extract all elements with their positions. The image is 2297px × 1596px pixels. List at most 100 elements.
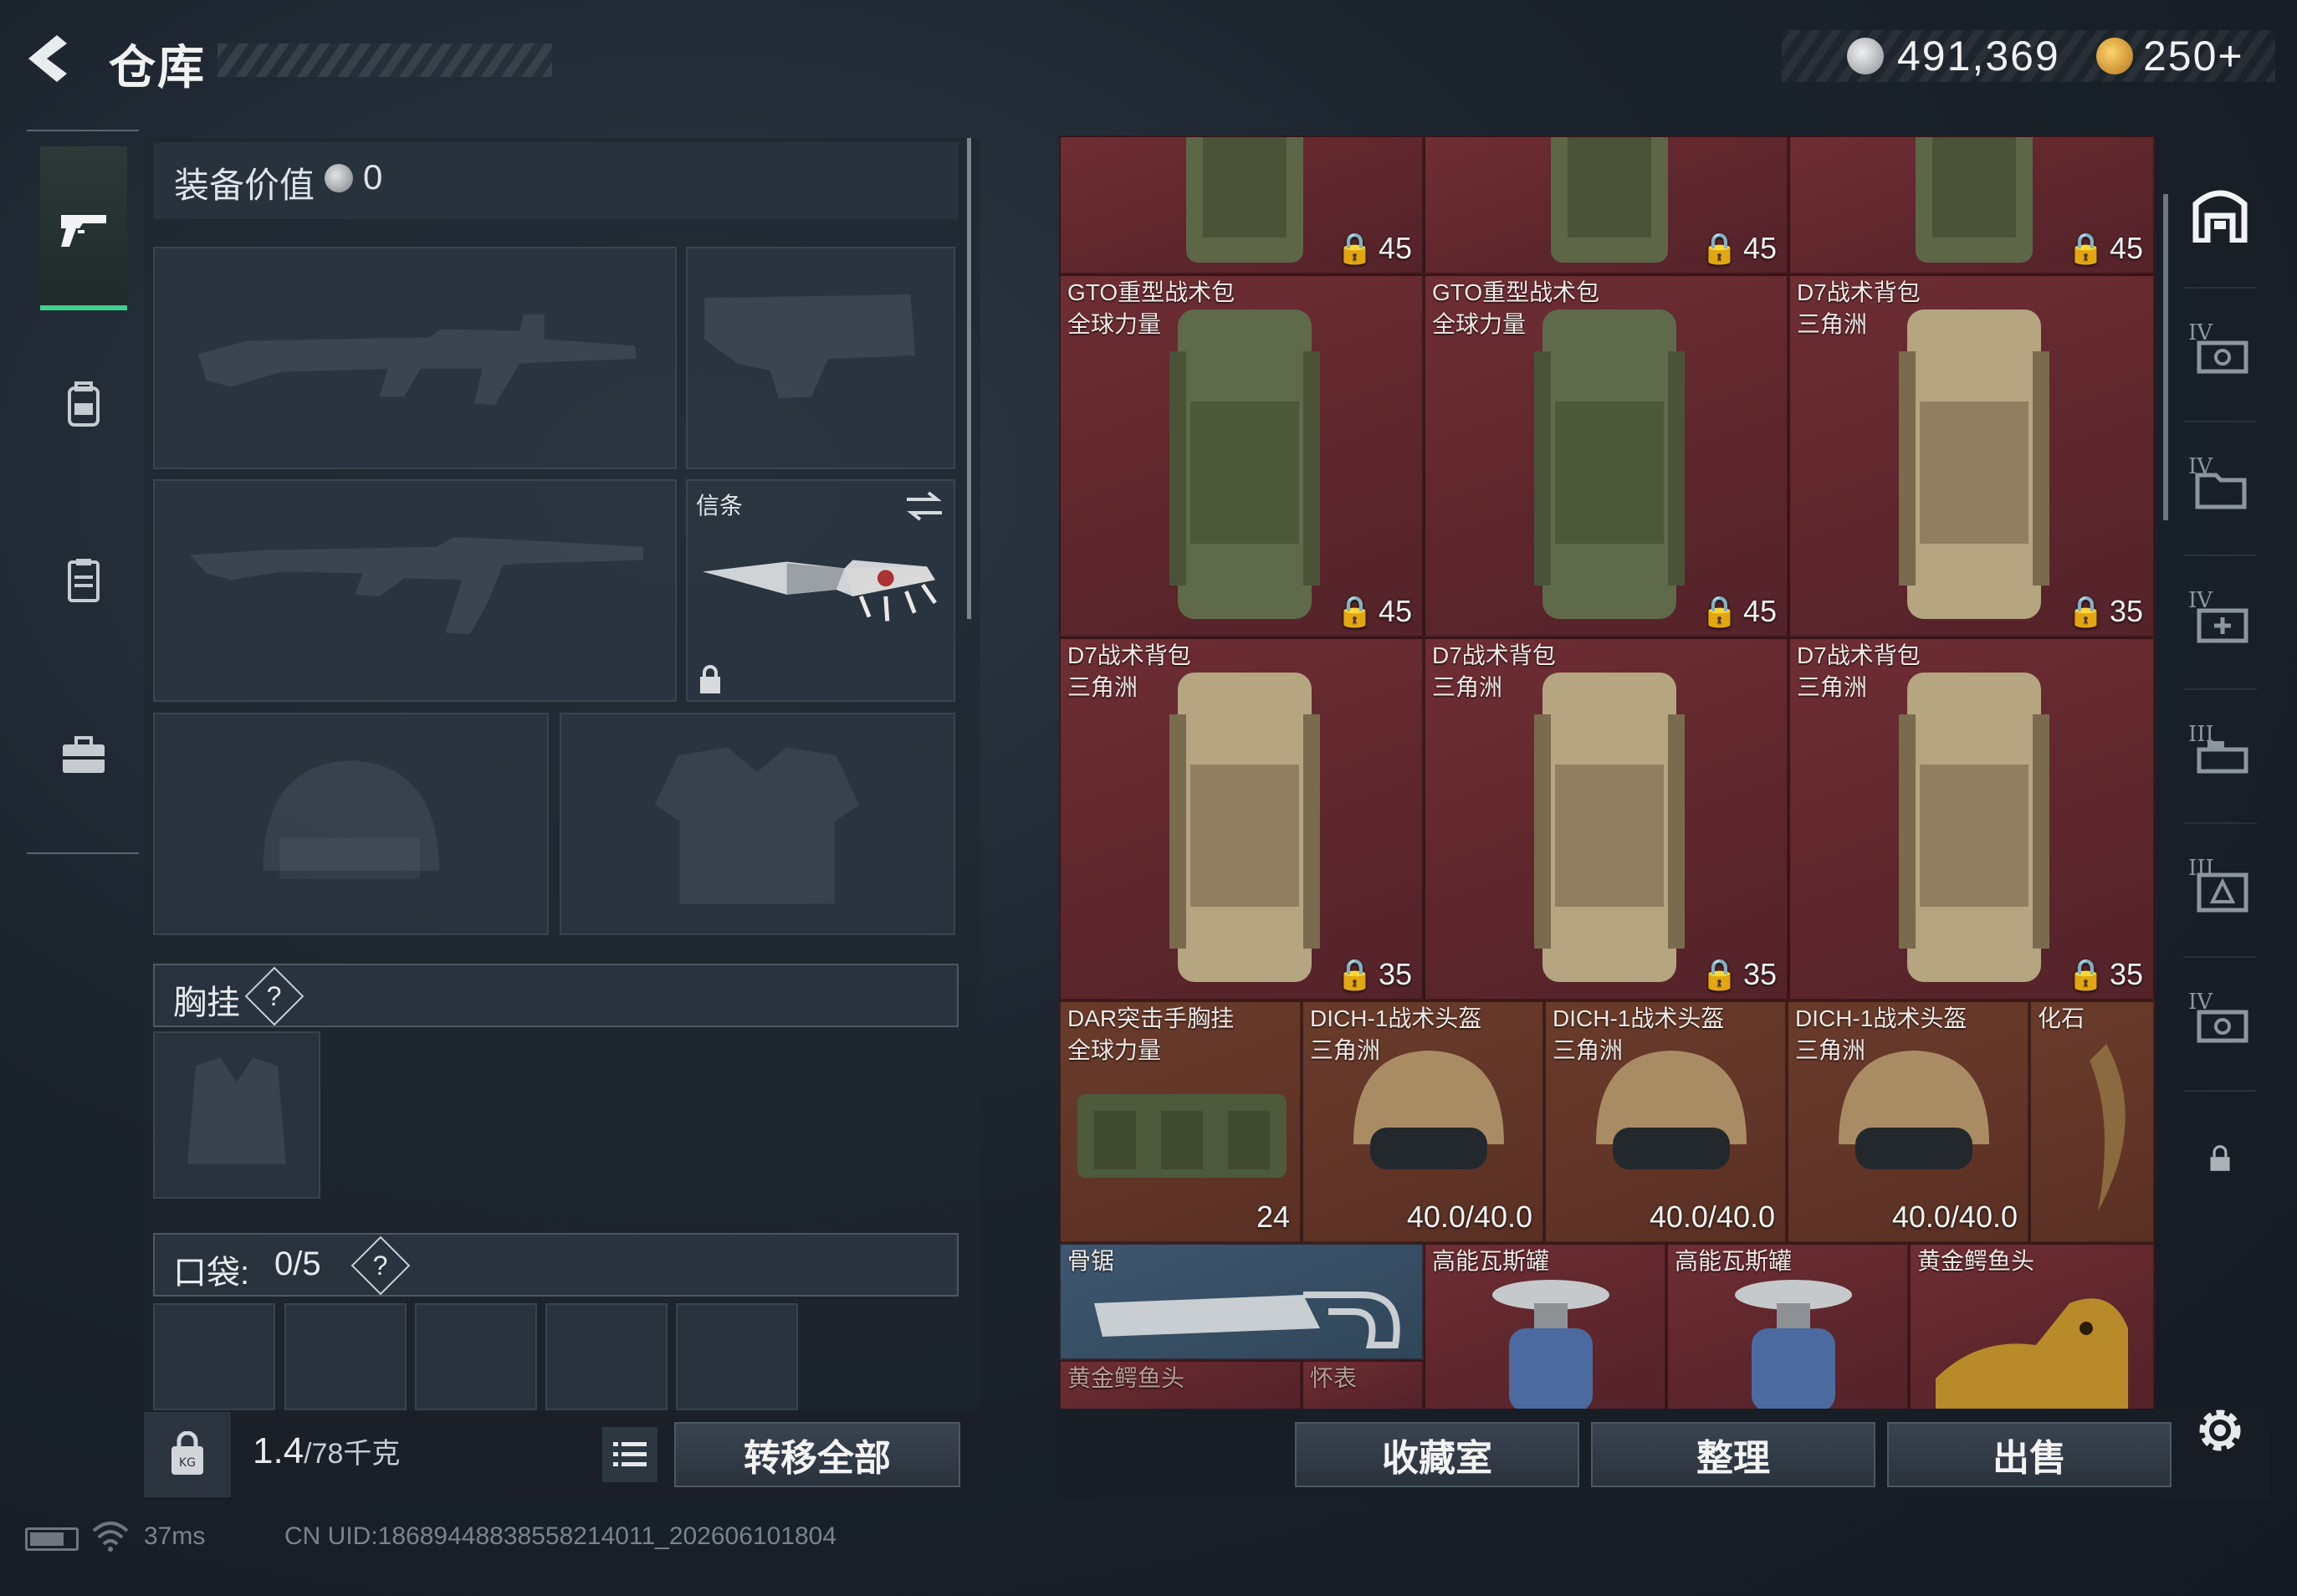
storage-item-d7-backpack[interactable]: D7战术背包 三角洲 🔒 35 [1788, 274, 2155, 637]
storage-item-helmet[interactable]: DICH-1战术头盔 三角洲 40.0/40.0 [1787, 1000, 2029, 1243]
item-name: DICH-1战术头盔 [1553, 1005, 1725, 1031]
item-name: 怀表 [1310, 1365, 1358, 1391]
left-nav [27, 130, 139, 854]
nav-backpack[interactable] [40, 322, 127, 486]
right-nav-tier-case[interactable]: IV [2183, 958, 2257, 1092]
nav-case[interactable] [40, 673, 127, 837]
storage-scrollbar[interactable] [2163, 194, 2168, 520]
top-bar: 仓库 491,369 250+ [0, 0, 2297, 125]
equipment-value: 0 [363, 157, 383, 197]
backpack-art [1899, 309, 2049, 619]
transfer-all-button[interactable]: 转移全部 [674, 1422, 960, 1487]
item-weight: 🔒 35 [2067, 594, 2143, 628]
gas-canister-art [1735, 1280, 1852, 1409]
nav-chest-rig[interactable] [40, 498, 127, 662]
storage-item-d7-backpack[interactable]: D7战术背包 三角洲 🔒 35 [1424, 637, 1788, 1000]
pocket-slot[interactable] [676, 1303, 798, 1410]
primary-weapon-slot[interactable] [153, 247, 677, 469]
collection-room-button[interactable]: 收藏室 [1295, 1422, 1579, 1487]
svg-text:KG: KG [179, 1456, 196, 1470]
storage-item-backpack[interactable]: 🔒 45 [1424, 136, 1788, 274]
lock-icon [2210, 1145, 2230, 1171]
item-faction: 三角洲 [1797, 311, 1868, 337]
weight-readout: 1.4/78千克 [253, 1430, 401, 1471]
nav-weapons[interactable] [40, 146, 127, 310]
storage-item-d7-backpack[interactable]: D7战术背包 三角洲 🔒 35 [1059, 637, 1424, 1000]
battery-icon [25, 1527, 79, 1551]
backpack-icon [68, 381, 100, 427]
right-nav-tier-case[interactable]: III [2183, 690, 2257, 824]
list-view-button[interactable] [602, 1427, 657, 1482]
rifle-silhouette-icon [197, 314, 637, 406]
item-durability: 40.0/40.0 [1891, 1200, 2018, 1234]
chest-rig-slot[interactable] [153, 1031, 320, 1199]
right-nav-tier-case[interactable]: IV [2183, 556, 2257, 690]
gold-coin-icon[interactable] [2096, 38, 2133, 74]
storage-item-bone-saw[interactable]: 骨锯 [1059, 1243, 1424, 1360]
item-faction: 三角洲 [1797, 674, 1868, 700]
item-faction: 全球力量 [1432, 311, 1527, 337]
right-nav-tier-case[interactable]: IV [2183, 422, 2257, 556]
silver-amount: 491,369 [1897, 33, 2060, 79]
item-name: DICH-1战术头盔 [1310, 1005, 1482, 1031]
fossil-claw-art [2090, 1044, 2126, 1211]
storage-item-d7-backpack[interactable]: D7战术背包 三角洲 🔒 35 [1788, 637, 2155, 1000]
body-armor-slot[interactable] [560, 713, 955, 935]
pocket-slot[interactable] [153, 1303, 275, 1410]
item-faction: 全球力量 [1067, 311, 1162, 337]
storage-item-helmet[interactable]: DICH-1战术头盔 三角洲 40.0/40.0 [1544, 1000, 1787, 1243]
storage-item-fossil[interactable]: 化石 [2029, 1000, 2155, 1243]
title-decor-stripes [217, 43, 552, 77]
settings-gear-icon[interactable] [2192, 1402, 2248, 1459]
pocket-slot[interactable] [284, 1303, 407, 1410]
right-nav-home[interactable] [2183, 138, 2257, 289]
title-area: 仓库 [92, 25, 552, 94]
secondary-weapon-slot[interactable] [153, 479, 677, 702]
sell-button[interactable]: 出售 [1887, 1422, 2172, 1487]
item-name: 黄金鳄鱼头 [1067, 1365, 1185, 1391]
page-title: 仓库 [109, 41, 206, 94]
storage-item-golden-croc-head[interactable]: 黄金鳄鱼头 [1059, 1360, 1302, 1409]
vest-silhouette-icon [187, 1057, 286, 1164]
swap-icon[interactable] [903, 489, 945, 523]
ping-text: 37ms [144, 1522, 206, 1550]
storage-item-golden-croc-head[interactable]: 黄金鳄鱼头 [1909, 1243, 2155, 1409]
clipboard-icon [68, 559, 100, 602]
storage-item-gto-backpack[interactable]: GTO重型战术包 全球力量 🔒 45 [1424, 274, 1788, 637]
equipment-scrollbar[interactable] [967, 138, 971, 619]
storage-item-backpack[interactable]: 🔒 45 [1059, 136, 1424, 274]
backpack-art [1534, 309, 1685, 619]
chest-rig-art [1077, 1094, 1287, 1178]
storage-item-gas-canister[interactable]: 高能瓦斯罐 [1666, 1243, 1909, 1409]
melee-slot[interactable]: 信条 [686, 479, 955, 702]
backpack-art [1169, 673, 1320, 982]
item-weight: 🔒 45 [1336, 594, 1412, 628]
helmet-slot[interactable] [153, 713, 549, 935]
storage-item-backpack[interactable]: 🔒 45 [1788, 136, 2155, 274]
weight-lock-tile: KG [144, 1412, 231, 1497]
storage-item-helmet[interactable]: DICH-1战术头盔 三角洲 40.0/40.0 [1302, 1000, 1544, 1243]
pocket-slot[interactable] [545, 1303, 668, 1410]
back-arrow-icon[interactable] [23, 32, 82, 85]
item-durability: 40.0/40.0 [1649, 1200, 1775, 1234]
sort-button[interactable]: 整理 [1591, 1422, 1875, 1487]
storage-item-gto-backpack[interactable]: GTO重型战术包 全球力量 🔒 45 [1059, 274, 1424, 637]
chest-rig-label: 胸挂 [173, 985, 240, 1021]
storage-item-gas-canister[interactable]: 高能瓦斯罐 [1424, 1243, 1666, 1409]
warehouse-icon [2192, 190, 2248, 243]
pistol-silhouette-icon [704, 294, 916, 399]
right-nav-tier-case[interactable]: IV [2183, 289, 2257, 422]
right-nav-tier-case[interactable]: III [2183, 824, 2257, 958]
storage-item-chest-rig[interactable]: DAR突击手胸挂 全球力量 24 [1059, 1000, 1302, 1243]
storage-grid: 🔒 45 🔒 45 🔒 45 GTO重型战术包 全球力量 🔒 45 GTO重型战术包 全… [1059, 136, 2155, 1409]
pistol-slot[interactable] [686, 247, 955, 469]
bone-saw-art [1094, 1292, 1400, 1348]
wifi-icon [92, 1522, 129, 1552]
helmet-art [1353, 1051, 1504, 1169]
gold-amount[interactable]: 250+ [2143, 32, 2244, 80]
silver-coin-icon [1847, 38, 1884, 74]
pocket-slot[interactable] [415, 1303, 537, 1410]
pistol-icon [61, 215, 106, 247]
storage-item-pocket-watch[interactable]: 怀表 [1302, 1360, 1424, 1409]
item-name: 黄金鳄鱼头 [1917, 1248, 2035, 1274]
